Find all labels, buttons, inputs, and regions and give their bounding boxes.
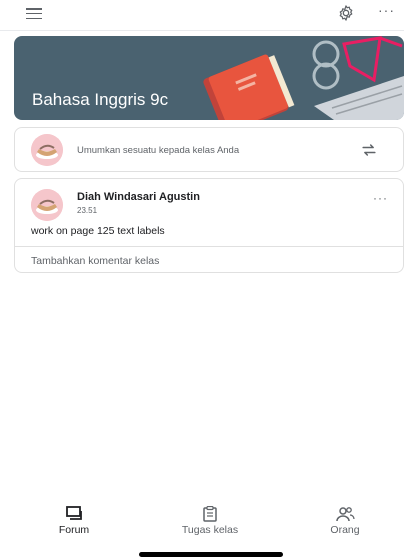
gear-icon[interactable] <box>336 3 356 23</box>
add-comment-field[interactable]: Tambahkan komentar kelas <box>31 255 159 267</box>
class-title: Bahasa Inggris 9c <box>32 90 169 109</box>
announce-prompt[interactable]: Umumkan sesuatu kepada kelas Anda <box>77 145 239 156</box>
nav-tugas-kelas[interactable]: Tugas kelas <box>160 506 260 536</box>
post-divider <box>15 246 403 247</box>
home-indicator[interactable] <box>139 552 283 557</box>
bottom-navigation: Forum Tugas kelas Orang <box>0 500 404 544</box>
class-banner[interactable]: Bahasa Inggris 9c <box>14 36 404 120</box>
post-body: work on page 125 text labels <box>31 225 165 237</box>
nav-orang-label: Orang <box>330 524 360 536</box>
avatar <box>31 189 63 221</box>
top-app-bar: ··· <box>0 0 404 28</box>
post-author: Diah Windasari Agustin <box>77 191 200 203</box>
hamburger-menu-icon[interactable] <box>26 8 42 20</box>
top-divider <box>0 30 404 31</box>
nav-orang[interactable]: Orang <box>295 506 395 536</box>
nav-tugas-kelas-label: Tugas kelas <box>181 524 239 536</box>
forum-icon <box>66 506 82 520</box>
avatar <box>31 134 63 166</box>
nav-forum[interactable]: Forum <box>24 506 124 536</box>
classwork-icon <box>203 506 217 522</box>
announce-card[interactable]: Umumkan sesuatu kepada kelas Anda <box>14 127 404 172</box>
more-options-icon[interactable]: ··· <box>378 2 395 18</box>
post-card: Diah Windasari Agustin 23.51 ··· work on… <box>14 178 404 273</box>
people-icon <box>336 507 355 522</box>
post-more-icon[interactable]: ··· <box>373 191 388 205</box>
post-timestamp: 23.51 <box>77 206 98 215</box>
repost-icon[interactable] <box>359 140 379 160</box>
nav-forum-label: Forum <box>58 524 90 536</box>
